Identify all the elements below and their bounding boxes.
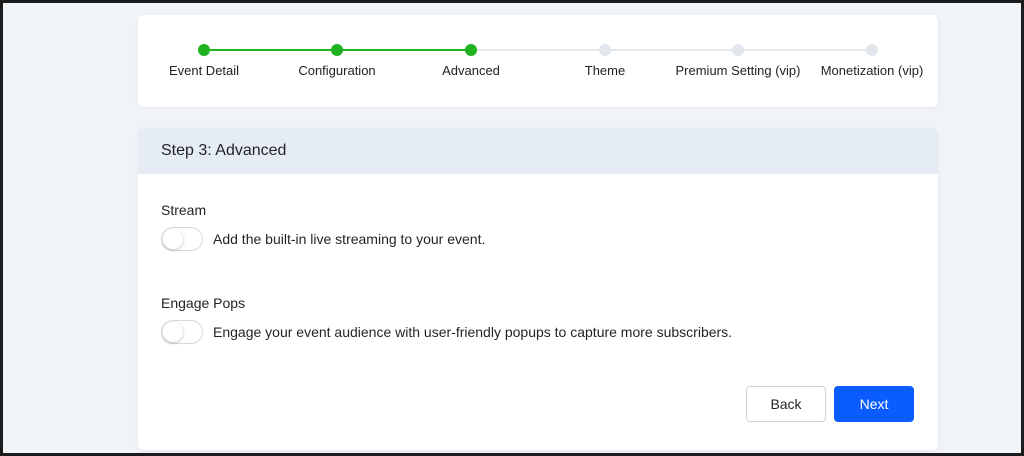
advanced-settings-panel: Step 3: Advanced Stream Add the built-in… [138, 128, 938, 450]
engage-pops-title: Engage Pops [161, 295, 246, 311]
step-dot-pending [866, 44, 878, 56]
step-dot-complete [331, 44, 343, 56]
engage-pops-description: Engage your event audience with user-fri… [213, 324, 733, 340]
toggle-knob [163, 322, 183, 342]
step-monetization[interactable]: Monetization (vip) [797, 44, 947, 78]
step-dot-pending [599, 44, 611, 56]
step-label: Premium Setting (vip) [675, 63, 801, 78]
step-label: Theme [584, 63, 626, 78]
step-event-detail[interactable]: Event Detail [129, 44, 279, 78]
step-label: Monetization (vip) [820, 63, 924, 78]
panel-title: Step 3: Advanced [161, 142, 287, 159]
panel-header: Step 3: Advanced [138, 128, 938, 174]
step-dot-complete [465, 44, 477, 56]
step-theme[interactable]: Theme [530, 44, 680, 78]
engage-pops-option: Engage Pops Engage your event audience w… [161, 295, 732, 344]
toggle-knob [163, 229, 183, 249]
next-button[interactable]: Next [834, 386, 914, 422]
step-configuration[interactable]: Configuration [262, 44, 412, 78]
engage-pops-toggle[interactable] [161, 320, 203, 344]
stream-option: Stream Add the built-in live streaming t… [161, 202, 485, 251]
step-label: Advanced [442, 63, 500, 78]
back-button[interactable]: Back [746, 386, 826, 422]
step-advanced[interactable]: Advanced [396, 44, 546, 78]
stream-description: Add the built-in live streaming to your … [213, 231, 486, 247]
step-dot-pending [732, 44, 744, 56]
step-dot-complete [198, 44, 210, 56]
step-label: Configuration [298, 63, 376, 78]
stepper: Event Detail Configuration Advanced Them… [138, 15, 938, 107]
stream-title: Stream [161, 202, 207, 218]
app-frame: Event Detail Configuration Advanced Them… [0, 0, 1024, 456]
step-label: Event Detail [168, 63, 240, 78]
stream-toggle[interactable] [161, 227, 203, 251]
step-premium-setting[interactable]: Premium Setting (vip) [663, 44, 813, 78]
